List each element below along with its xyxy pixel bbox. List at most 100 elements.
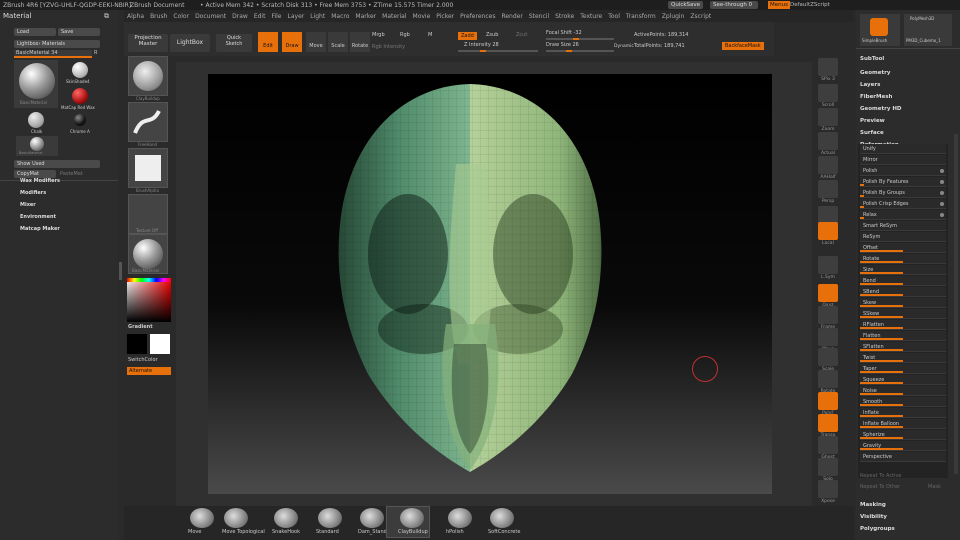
deform-offset[interactable]: Offset xyxy=(860,243,946,253)
deform-twist[interactable]: Twist xyxy=(860,353,946,363)
pastemat-button[interactable]: PasteMat xyxy=(60,171,83,177)
radio-dot-icon[interactable] xyxy=(940,213,944,217)
deform-polish-crisp-edges[interactable]: Polish Crisp Edges xyxy=(860,199,946,209)
deform-squeeze[interactable]: Squeeze xyxy=(860,375,946,385)
brush-softconcrete-icon[interactable] xyxy=(490,508,514,528)
brush-move-topological-icon[interactable] xyxy=(224,508,248,528)
deform-unify[interactable]: Unify xyxy=(860,144,946,154)
solo-icon[interactable] xyxy=(818,458,838,476)
deform-sflatten[interactable]: SFlatten xyxy=(860,342,946,352)
brush-hpolish-icon[interactable] xyxy=(448,508,472,528)
transp-icon[interactable] xyxy=(818,414,838,432)
zadd-button[interactable]: Zadd xyxy=(458,32,477,40)
xpose-icon[interactable] xyxy=(818,480,838,498)
r-button[interactable]: R xyxy=(94,50,97,56)
deform-inflate-balloon[interactable]: Inflate Balloon xyxy=(860,419,946,429)
actual-icon[interactable] xyxy=(818,132,838,150)
move-button[interactable]: Move xyxy=(306,32,326,52)
deform-smart-resym[interactable]: Smart ReSym xyxy=(860,221,946,231)
palette-pin-icon[interactable]: ⧉ xyxy=(104,12,109,21)
deform-gravity[interactable]: Gravity xyxy=(860,441,946,451)
menu-material[interactable]: Material xyxy=(382,13,406,22)
deform-noise[interactable]: Noise xyxy=(860,386,946,396)
radio-dot-icon[interactable] xyxy=(940,180,944,184)
menu-stroke[interactable]: Stroke xyxy=(555,13,574,22)
aahalf-icon[interactable] xyxy=(818,156,838,174)
brush-snakehook-icon[interactable] xyxy=(274,508,298,528)
section-subtool[interactable]: SubTool xyxy=(860,56,956,62)
menu-zscript[interactable]: Zscript xyxy=(690,13,711,22)
zoom-icon[interactable] xyxy=(818,108,838,126)
lightbox-button[interactable]: LightBox xyxy=(170,34,210,52)
menu-zplugin[interactable]: Zplugin xyxy=(662,13,685,22)
deform-bend[interactable]: Bend xyxy=(860,276,946,286)
quicksave-button[interactable]: QuickSave xyxy=(668,1,704,9)
brush-thumb[interactable] xyxy=(128,56,168,96)
deform-rflatten[interactable]: RFlatten xyxy=(860,320,946,330)
z-intensity-slider[interactable]: Z Intensity 28 xyxy=(458,42,538,52)
edit-button[interactable]: Edit xyxy=(258,32,278,52)
modifiers-section[interactable]: Modifiers xyxy=(20,190,46,196)
section-layers[interactable]: Layers xyxy=(860,82,956,88)
menu-file[interactable]: File xyxy=(271,13,281,22)
section-surface[interactable]: Surface xyxy=(860,130,956,136)
repeat-to-other-button[interactable]: Repeat To Other xyxy=(860,484,900,490)
scale-icon[interactable] xyxy=(818,348,838,366)
repeat-to-active-button[interactable]: Repeat To Active xyxy=(860,473,902,479)
menu-macro[interactable]: Macro xyxy=(331,13,349,22)
load-button[interactable]: Load xyxy=(14,28,56,36)
show-used-button[interactable]: Show Used xyxy=(14,160,100,168)
alternate-button[interactable]: Alternate xyxy=(127,367,171,375)
current-material-thumb[interactable]: BasicMaterial xyxy=(14,60,58,108)
default-zscript[interactable]: DefaultZScript xyxy=(790,2,830,8)
deform-sskew[interactable]: SSkew xyxy=(860,309,946,319)
section-geometry-hd[interactable]: Geometry HD xyxy=(860,106,956,112)
menu-color[interactable]: Color xyxy=(173,13,189,22)
draw-size-slider[interactable]: Draw Size 26 xyxy=(546,42,614,52)
simplebrush-thumb[interactable]: SimpleBrush xyxy=(860,14,900,46)
persp-icon[interactable] xyxy=(818,180,838,198)
radio-dot-icon[interactable] xyxy=(940,191,944,195)
deform-smooth[interactable]: Smooth xyxy=(860,397,946,407)
radio-dot-icon[interactable] xyxy=(940,202,944,206)
radio-dot-icon[interactable] xyxy=(940,169,944,173)
deform-relax[interactable]: Relax xyxy=(860,210,946,220)
deform-resym[interactable]: ReSym xyxy=(860,232,946,242)
polyf-icon[interactable] xyxy=(818,392,838,410)
deform-skew[interactable]: Skew xyxy=(860,298,946,308)
menu-light[interactable]: Light xyxy=(310,13,325,22)
section-fibermesh[interactable]: FiberMesh xyxy=(860,94,956,100)
palette-scrollbar[interactable] xyxy=(954,134,958,474)
brush-claybuildup-icon[interactable] xyxy=(400,508,424,528)
draw-button[interactable]: Draw xyxy=(282,32,302,52)
main-color-swatch[interactable] xyxy=(127,334,147,354)
menu-edit[interactable]: Edit xyxy=(254,13,266,22)
polygroups-section[interactable]: Polygroups xyxy=(860,526,956,532)
move-icon[interactable] xyxy=(818,328,838,346)
deform-inflate[interactable]: Inflate xyxy=(860,408,946,418)
brush-standard-icon[interactable] xyxy=(318,508,342,528)
menu-movie[interactable]: Movie xyxy=(413,13,431,22)
hue-strip[interactable] xyxy=(127,278,171,282)
menu-preferences[interactable]: Preferences xyxy=(460,13,495,22)
rotate-button[interactable]: Rotate xyxy=(350,32,370,52)
basicmaterial-slot[interactable]: BasicMaterial xyxy=(16,136,58,156)
chrome-material-icon[interactable] xyxy=(74,114,86,126)
deform-perspective[interactable]: Perspective xyxy=(860,452,946,462)
visibility-section[interactable]: Visibility xyxy=(860,514,956,520)
color-picker[interactable] xyxy=(127,278,171,322)
deform-polish-by-groups[interactable]: Polish By Groups xyxy=(860,188,946,198)
material-slider[interactable]: BasicMaterial 34 xyxy=(14,50,92,58)
lightbox-materials-button[interactable]: Lightbox› Materials xyxy=(14,40,100,48)
viewport-canvas[interactable] xyxy=(208,74,772,494)
menu-brush[interactable]: Brush xyxy=(150,13,167,22)
mask-button[interactable]: Mask xyxy=(928,484,941,490)
local-icon[interactable] xyxy=(818,222,838,240)
spix-3-icon[interactable] xyxy=(818,58,838,76)
mixer-section[interactable]: Mixer xyxy=(20,202,36,208)
menu-texture[interactable]: Texture xyxy=(580,13,602,22)
deform-flatten[interactable]: Flatten xyxy=(860,331,946,341)
focal-shift-slider[interactable]: Focal Shift -32 xyxy=(546,30,614,40)
menu-picker[interactable]: Picker xyxy=(436,13,454,22)
menus-button[interactable]: Menus xyxy=(768,1,790,9)
